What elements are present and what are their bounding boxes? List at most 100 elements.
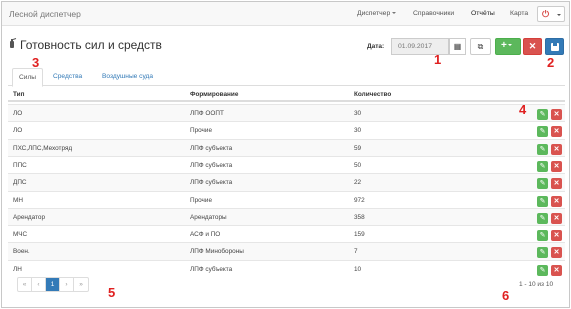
table-row[interactable]: Арендатор Арендаторы 358 ✎ ✕	[8, 207, 565, 226]
delete-row-button[interactable]: ✕	[551, 160, 562, 172]
edit-row-button[interactable]: ✎	[537, 109, 548, 120]
pencil-icon: ✎	[539, 197, 546, 205]
pencil-icon: ✎	[539, 111, 546, 118]
pencil-icon: ✎	[539, 180, 546, 188]
column-header-quantity[interactable]: Количество	[354, 91, 391, 98]
copy-icon: ⧉	[477, 42, 484, 51]
edit-row-button[interactable]: ✎	[537, 160, 548, 172]
delete-row-button[interactable]: ✕	[551, 195, 562, 207]
close-icon: ✕	[553, 111, 560, 118]
cell-quantity: 10	[354, 265, 362, 273]
cell-quantity: 50	[354, 161, 362, 169]
column-header-type[interactable]: Тип	[13, 91, 24, 98]
cell-type: ЛО	[13, 110, 23, 117]
page-last-button[interactable]: »	[74, 278, 88, 291]
close-icon: ✕	[553, 214, 560, 222]
tab-means[interactable]: Средства	[47, 68, 88, 86]
close-icon: ✕	[553, 128, 560, 136]
floppy-disk-icon	[551, 43, 559, 51]
tab-aircraft[interactable]: Воздушные суда	[96, 68, 159, 86]
cell-quantity: 159	[354, 231, 365, 239]
callout-marker: 3	[32, 55, 40, 70]
tab-bar: Силы Средства Воздушные суда	[8, 68, 565, 87]
cell-type: ЛН	[13, 265, 22, 273]
nav-references[interactable]: Справочники	[413, 10, 454, 17]
table-row[interactable]: МЧС АСФ и ПО 159 ✎ ✕	[8, 225, 565, 243]
delete-row-button[interactable]: ✕	[551, 109, 562, 120]
close-icon: ✕	[553, 180, 560, 188]
delete-row-button[interactable]: ✕	[551, 178, 562, 190]
column-header-formation[interactable]: Формирование	[190, 91, 238, 98]
close-icon: ✕	[553, 266, 560, 274]
cell-formation: ЛПФ субъекта	[190, 265, 233, 273]
pencil-icon: ✎	[539, 145, 546, 153]
table-row[interactable]: ЛН ЛПФ субъекта 10 ✎ ✕	[8, 259, 565, 278]
calendar-button[interactable]: ▦	[449, 38, 466, 55]
edit-row-button[interactable]: ✎	[537, 178, 548, 190]
pencil-icon: ✎	[539, 128, 546, 136]
pagination: « ‹ 1 › »	[17, 277, 89, 292]
pencil-icon: ✎	[539, 214, 546, 222]
plus-icon: +	[501, 40, 507, 51]
edit-row-button[interactable]: ✎	[537, 195, 548, 207]
delete-row-button[interactable]: ✕	[551, 126, 562, 138]
cell-quantity: 22	[354, 179, 362, 187]
cell-type: Арендатор	[13, 213, 46, 221]
add-button[interactable]: +	[495, 38, 521, 55]
cell-type: ЛО	[13, 127, 23, 135]
date-label: Дата:	[367, 43, 385, 50]
cell-quantity: 7	[354, 248, 358, 256]
page-current-button[interactable]: 1	[46, 278, 60, 291]
callout-marker: 1	[434, 52, 442, 67]
top-navbar: Лесной диспетчер Диспетчер Справочники О…	[2, 2, 569, 26]
tab-forces[interactable]: Силы	[12, 68, 44, 87]
cell-type: ДПС	[13, 179, 27, 187]
cell-type: Воен.	[13, 248, 30, 256]
nav-dispatcher-label: Диспетчер	[357, 10, 391, 17]
cell-type: ППС	[13, 161, 27, 169]
table-row[interactable]: ЛО Прочие 30 ✎ ✕	[8, 121, 565, 139]
close-icon: ✕	[553, 249, 560, 257]
delete-row-button[interactable]: ✕	[551, 247, 562, 259]
cell-formation: Прочие	[190, 127, 213, 135]
page-next-button[interactable]: ›	[60, 278, 74, 291]
table-row[interactable]: МН Прочие 972 ✎ ✕	[8, 190, 565, 209]
delete-row-button[interactable]: ✕	[551, 264, 562, 276]
edit-row-button[interactable]: ✎	[537, 212, 548, 224]
page-first-button[interactable]: «	[18, 278, 32, 291]
edit-row-button[interactable]: ✎	[537, 230, 548, 242]
cell-formation: Прочие	[190, 196, 213, 204]
cell-quantity: 972	[354, 196, 365, 204]
table-row[interactable]: ДПС ЛПФ субъекта 22 ✎ ✕	[8, 173, 565, 192]
calendar-icon: ▦	[453, 42, 462, 51]
nav-reports[interactable]: Отчёты	[471, 10, 495, 17]
pagination-summary: 1 - 10 из 10	[519, 281, 554, 288]
page-prev-button[interactable]: ‹	[32, 278, 46, 291]
app-brand[interactable]: Лесной диспетчер	[9, 9, 81, 19]
clear-button[interactable]: ✕	[523, 38, 542, 55]
callout-marker: 4	[519, 102, 527, 117]
table-row[interactable]: Воен. ЛПФ Минобороны 7 ✎ ✕	[8, 242, 565, 261]
close-icon: ✕	[553, 145, 560, 153]
table-row[interactable]: ЛО ЛПФ ООПТ 30 ✎ ✕	[8, 104, 565, 122]
nav-map[interactable]: Карта	[510, 10, 528, 17]
table-row[interactable]: ППС ЛПФ субъекта 50 ✎ ✕	[8, 155, 565, 174]
edit-row-button[interactable]: ✎	[537, 126, 548, 138]
delete-row-button[interactable]: ✕	[551, 230, 562, 242]
table-row[interactable]: ПХС,ЛПС,Мехотряд ЛПФ субъекта 59 ✎ ✕	[8, 138, 565, 157]
edit-row-button[interactable]: ✎	[537, 247, 548, 259]
cell-formation: ЛПФ Минобороны	[190, 248, 244, 256]
copy-button[interactable]: ⧉	[470, 38, 491, 55]
edit-row-button[interactable]: ✎	[537, 264, 548, 276]
delete-row-button[interactable]: ✕	[551, 212, 562, 224]
delete-row-button[interactable]: ✕	[551, 143, 562, 155]
save-button[interactable]	[545, 38, 564, 55]
power-menu-button[interactable]: ⏻	[537, 6, 565, 22]
pencil-icon: ✎	[539, 266, 546, 274]
cell-quantity: 59	[354, 144, 362, 152]
edit-row-button[interactable]: ✎	[537, 143, 548, 155]
nav-dispatcher[interactable]: Диспетчер	[357, 10, 397, 17]
close-icon: ✕	[553, 162, 560, 170]
chevron-down-icon	[557, 14, 561, 16]
close-icon: ✕	[553, 197, 560, 205]
